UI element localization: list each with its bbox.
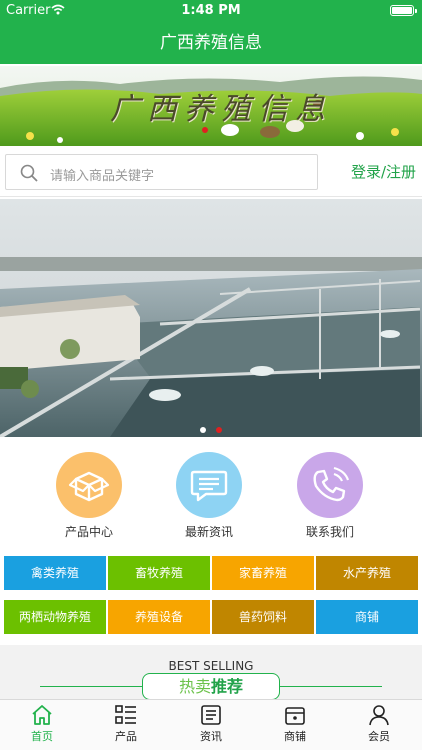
aquaculture-ponds-image (0, 199, 422, 437)
login-register-link[interactable]: 登录/注册 (351, 161, 416, 182)
tab-news[interactable]: 资讯 (181, 704, 241, 744)
quick-links: 产品中心 最新资讯 联系我们 (0, 440, 422, 552)
category-aquaculture[interactable]: 水产养殖 (316, 556, 418, 590)
message-icon (176, 452, 242, 518)
carousel[interactable] (0, 199, 422, 437)
best-selling-header: BEST SELLING 热卖推荐 (0, 645, 422, 700)
tab-member[interactable]: 会员 (349, 704, 409, 744)
divider (40, 686, 144, 687)
user-icon (369, 705, 389, 726)
phone-icon (297, 452, 363, 518)
header-banner: 广西养殖信息 (0, 66, 422, 146)
shop-icon (285, 707, 305, 725)
quick-link-products[interactable]: 产品中心 (39, 452, 139, 540)
tab-label: 产品 (115, 730, 137, 743)
quick-link-contact[interactable]: 联系我们 (280, 452, 380, 540)
quick-link-label: 联系我们 (305, 525, 354, 539)
search-input[interactable]: 请输入商品关键字 (5, 154, 318, 190)
quick-link-label: 产品中心 (64, 525, 113, 539)
battery-icon (390, 5, 417, 16)
tab-label: 资讯 (200, 730, 222, 743)
home-icon (32, 705, 52, 725)
clock: 1:48 PM (181, 3, 241, 18)
category-equipment[interactable]: 养殖设备 (108, 600, 210, 634)
tab-label: 会员 (368, 730, 390, 743)
search-row: 请输入商品关键字 登录/注册 (0, 147, 422, 197)
category-livestock[interactable]: 畜牧养殖 (108, 556, 210, 590)
quick-link-news[interactable]: 最新资讯 (159, 452, 259, 540)
tab-shops[interactable]: 商铺 (265, 704, 325, 744)
list-icon (115, 705, 136, 724)
best-selling-title-part1: 热卖 (178, 677, 211, 696)
category-poultry[interactable]: 禽类养殖 (4, 556, 106, 590)
box-icon (56, 452, 122, 518)
category-shops[interactable]: 商铺 (316, 600, 418, 634)
carousel-dots (0, 418, 422, 437)
category-amphibians[interactable]: 两栖动物养殖 (4, 600, 106, 634)
nav-title: 广西养殖信息 (0, 22, 422, 64)
tab-home[interactable]: 首页 (12, 704, 72, 744)
tab-bar: 首页 产品 资讯 商铺 会员 (0, 699, 422, 750)
news-icon (201, 705, 221, 725)
carousel-dot[interactable] (200, 427, 206, 433)
quick-link-label: 最新资讯 (184, 525, 233, 539)
category-domestic-animals[interactable]: 家畜养殖 (212, 556, 314, 590)
banner-title: 广西养殖信息 (110, 92, 332, 127)
tab-label: 首页 (31, 730, 53, 743)
best-selling-title-part2: 推荐 (211, 677, 244, 696)
search-placeholder: 请输入商品关键字 (50, 169, 155, 184)
carousel-dot-active[interactable] (216, 427, 222, 433)
best-selling-title-en: BEST SELLING (168, 659, 254, 673)
divider (278, 686, 382, 687)
best-selling-title-cn: 热卖推荐 (142, 673, 280, 700)
status-bar: Carrier 1:48 PM (0, 0, 422, 22)
tab-label: 商铺 (284, 730, 306, 743)
search-icon (20, 164, 38, 182)
tab-products[interactable]: 产品 (96, 704, 156, 744)
category-vet-feed[interactable]: 兽药饲料 (212, 600, 314, 634)
